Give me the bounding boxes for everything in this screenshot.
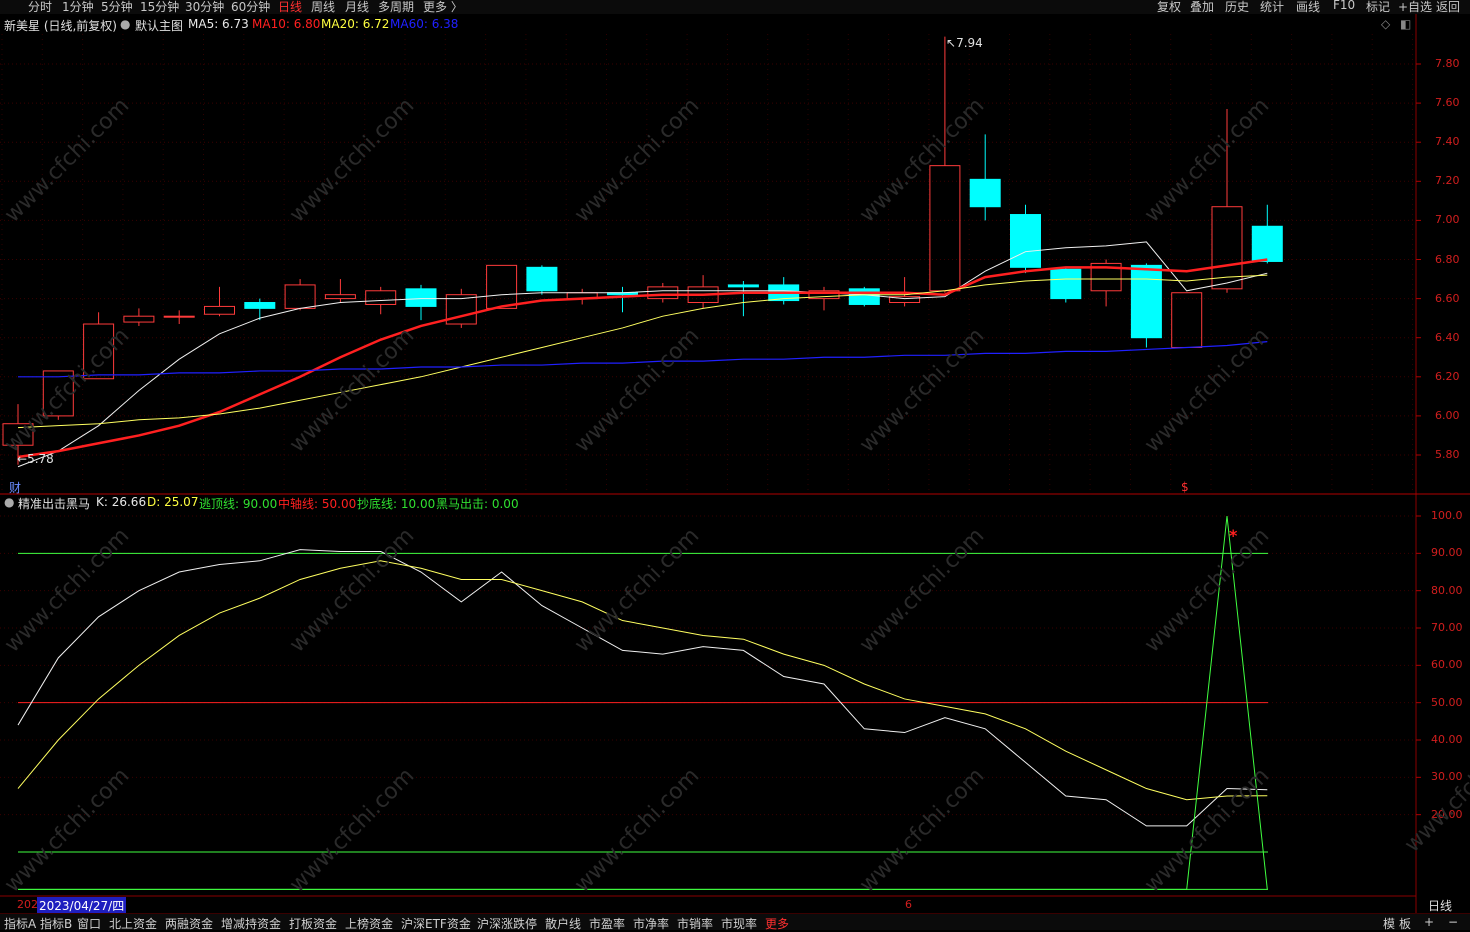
- candle-body-down: [1251, 225, 1283, 262]
- price-tick-label: 6.60: [1435, 291, 1460, 305]
- tab-limit-stats[interactable]: 沪深涨跌停: [477, 915, 537, 932]
- price-tick-label: 7.20: [1435, 174, 1460, 188]
- candle-body-down: [244, 302, 276, 309]
- cursor-date: 2023/04/27/四: [37, 897, 127, 914]
- price-tick-label: 6.80: [1435, 252, 1460, 266]
- tab-limit-up-funds[interactable]: 打板资金: [289, 915, 337, 932]
- tab-retail-line[interactable]: 散户线: [545, 915, 581, 932]
- tab-pe[interactable]: 市盈率: [589, 915, 625, 932]
- board-button[interactable]: 板: [1399, 915, 1411, 932]
- candle-body-up: [1171, 292, 1203, 348]
- candle-body-down: [727, 284, 759, 288]
- tab-ps[interactable]: 市销率: [677, 915, 713, 932]
- tab-more[interactable]: 更多: [765, 915, 789, 932]
- dollar-badge[interactable]: $: [1181, 480, 1189, 494]
- price-tick-label: 7.60: [1435, 96, 1460, 110]
- indicator-tick-label: 100.0: [1431, 509, 1463, 522]
- candle-body-down: [1130, 264, 1162, 339]
- tab-dragon-tiger[interactable]: 上榜资金: [345, 915, 393, 932]
- period-label: 日线: [1428, 899, 1453, 913]
- price-tick-label: 7.40: [1435, 135, 1460, 149]
- low-price-value: 5.78: [27, 452, 54, 466]
- price-tick-label: 6.40: [1435, 330, 1460, 344]
- candle-body-up: [929, 165, 961, 292]
- candle-body-up: [647, 286, 679, 300]
- high-price-value: 7.94: [956, 36, 983, 50]
- zoom-in-button[interactable]: +: [1424, 915, 1434, 929]
- tab-pcf[interactable]: 市现率: [721, 915, 757, 932]
- bottom-tab-bar: 指标A 指标B 窗口 北上资金 两融资金 增减持资金 打板资金 上榜资金 沪深E…: [0, 913, 1470, 932]
- tab-holdings-change[interactable]: 增减持资金: [221, 915, 281, 932]
- price-tick-label: 6.00: [1435, 408, 1460, 422]
- zoom-out-button[interactable]: −: [1448, 915, 1458, 929]
- finance-badge[interactable]: 财: [9, 479, 21, 496]
- month-mark: 6: [905, 898, 912, 911]
- template-button[interactable]: 模: [1383, 915, 1395, 932]
- price-tick-label: 7.00: [1435, 213, 1460, 227]
- indicator-tick-label: 50.00: [1431, 695, 1463, 709]
- candle-body-up: [163, 315, 195, 318]
- candle-body-up: [486, 264, 518, 309]
- candle-body-down: [405, 288, 437, 307]
- tab-northbound[interactable]: 北上资金: [109, 915, 157, 932]
- price-grid: [0, 34, 1421, 494]
- candle-body-down: [1010, 214, 1041, 268]
- date-prefix: 202: [17, 898, 38, 911]
- candle-body-down: [526, 266, 558, 292]
- tab-etf-funds[interactable]: 沪深ETF资金: [401, 915, 471, 932]
- price-tick-label: 7.80: [1435, 57, 1460, 70]
- date-bar: 202 2023/04/27/四 6: [0, 897, 1416, 914]
- indicator-tick-label: 90.00: [1431, 546, 1463, 560]
- candle-body-up: [324, 294, 356, 300]
- candle-body-up: [204, 305, 235, 315]
- candle-body-down: [848, 288, 880, 305]
- price-tick-label: 6.20: [1435, 369, 1460, 383]
- candle-body-up: [365, 290, 397, 305]
- candle-body-up: [123, 315, 155, 323]
- indicator-tick-label: 70.00: [1431, 621, 1463, 634]
- candle-body-down: [969, 178, 1001, 208]
- indicator-tick-label: 40.00: [1431, 733, 1463, 746]
- high-price-marker: ↖7.94: [946, 36, 983, 50]
- tab-window[interactable]: 窗口: [77, 915, 101, 932]
- candle-body-down: [1050, 268, 1082, 300]
- indicator-tick-label: 80.00: [1431, 583, 1463, 597]
- tab-pb[interactable]: 市净率: [633, 915, 669, 932]
- tab-margin[interactable]: 两融资金: [165, 915, 213, 932]
- tab-indicator-b[interactable]: 指标B: [40, 915, 72, 932]
- candle-body-up: [284, 284, 316, 309]
- low-price-marker: ←5.78: [17, 452, 54, 466]
- tab-indicator-a[interactable]: 指标A: [4, 915, 36, 932]
- indicator-tick-label: 60.00: [1431, 658, 1463, 672]
- price-tick-label: 5.80: [1435, 448, 1460, 461]
